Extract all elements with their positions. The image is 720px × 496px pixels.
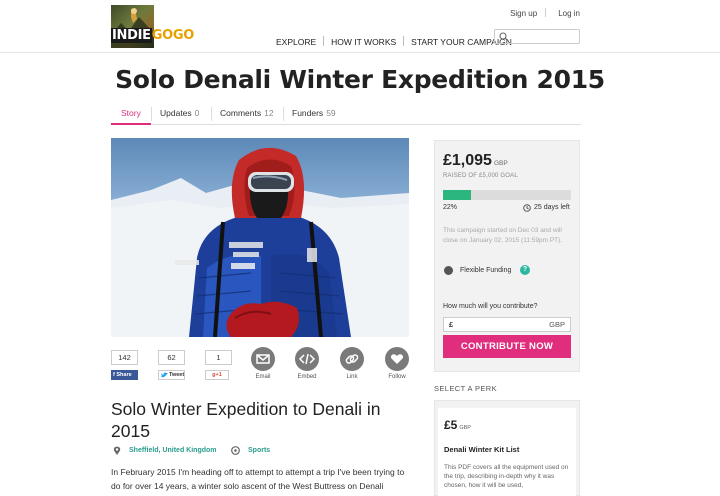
- currency-code: GBP: [549, 320, 565, 329]
- goal-text: RAISED OF £5,000 GOAL: [443, 173, 518, 179]
- facebook-share-button[interactable]: f Share: [111, 370, 138, 380]
- perk-title: Denali Winter Kit List: [444, 445, 520, 454]
- link-button[interactable]: [340, 347, 364, 371]
- facebook-count: 142: [111, 350, 138, 365]
- embed-label: Embed: [297, 374, 317, 380]
- perk-section-heading: SELECT A PERK: [434, 384, 498, 393]
- account-links: Sign up Log in: [498, 8, 580, 18]
- flexible-funding-label: Flexible Funding: [460, 267, 512, 274]
- days-left: 25 days left: [534, 204, 570, 211]
- tab-story[interactable]: Story: [111, 103, 151, 125]
- perk-price-value: £5: [444, 418, 458, 432]
- category-icon: [231, 446, 240, 455]
- currency-symbol: £: [449, 320, 454, 329]
- logo-wordmark[interactable]: INDIEGOGO: [111, 27, 194, 44]
- divider: [323, 36, 325, 46]
- progress-bar: [443, 190, 571, 200]
- search-icon: [499, 32, 509, 42]
- campaign-dates: This campaign started on Dec 03 and will…: [443, 227, 563, 244]
- amount-currency: GBP: [493, 160, 508, 167]
- heart-icon: [390, 354, 404, 364]
- embed-icon: [298, 353, 316, 365]
- twitter-count: 62: [158, 350, 185, 365]
- story-title: Solo Winter Expedition to Denali in 2015: [111, 399, 381, 441]
- tab-label: Updates: [160, 108, 192, 118]
- nav-how-it-works[interactable]: HOW IT WORKS: [331, 37, 396, 47]
- location-link[interactable]: Sheffield, United Kingdom: [129, 447, 217, 454]
- tab-label: Comments: [220, 108, 262, 118]
- clock-icon: [523, 204, 531, 212]
- campaign-tabs: Story Updates 0 Comments 12 Funders 59: [111, 103, 581, 125]
- amount-value: £1,095: [443, 152, 492, 169]
- tab-count: 0: [194, 108, 200, 118]
- divider: [403, 36, 405, 46]
- location-pin-icon: [113, 446, 121, 455]
- divider: [211, 107, 212, 121]
- logo-part2: GOGO: [151, 28, 195, 43]
- campaign-hero-image[interactable]: [111, 138, 409, 337]
- email-button[interactable]: [251, 347, 275, 371]
- email-label: Email: [255, 374, 271, 380]
- tab-label: Funders: [292, 108, 324, 118]
- follow-button[interactable]: [385, 347, 409, 371]
- tweet-button[interactable]: Tweet: [158, 370, 185, 380]
- embed-button[interactable]: [295, 347, 319, 371]
- tweet-label: Tweet: [169, 372, 185, 378]
- tab-count: 59: [326, 108, 336, 118]
- amount-raised: £1,095 GBP: [443, 152, 508, 170]
- tab-count: 12: [264, 108, 274, 118]
- divider: [151, 107, 152, 121]
- contribute-now-button[interactable]: CONTRIBUTE NOW: [443, 335, 571, 358]
- email-icon: [256, 354, 270, 364]
- signup-link[interactable]: Sign up: [510, 9, 537, 18]
- gplus-button[interactable]: g+1: [205, 370, 229, 380]
- gplus-count: 1: [205, 350, 232, 365]
- search-input[interactable]: [494, 29, 580, 44]
- divider: [283, 107, 284, 121]
- contribution-amount-field[interactable]: £ GBP: [443, 317, 571, 332]
- perk-currency: GBP: [459, 425, 471, 431]
- login-link[interactable]: Log in: [558, 9, 580, 18]
- divider: [545, 8, 547, 17]
- percent-funded: 22%: [443, 204, 458, 211]
- category-link[interactable]: Sports: [248, 447, 270, 454]
- link-label: Link: [346, 374, 358, 380]
- help-icon[interactable]: ?: [520, 265, 530, 275]
- twitter-icon: [161, 372, 168, 378]
- flexible-funding-icon: [444, 266, 453, 275]
- follow-label: Follow: [388, 374, 406, 380]
- progress-fill: [443, 190, 472, 200]
- campaign-title: Solo Denali Winter Expedition 2015: [115, 65, 605, 94]
- nav-explore[interactable]: EXPLORE: [276, 37, 316, 47]
- perk-description: This PDF covers all the equipment used o…: [444, 464, 569, 489]
- contribute-prompt: How much will you contribute?: [443, 303, 538, 310]
- tab-updates[interactable]: Updates 0: [160, 103, 199, 125]
- perk-price: £5 GBP: [444, 418, 471, 432]
- link-icon: [345, 354, 359, 364]
- tab-funders[interactable]: Funders 59: [292, 103, 336, 125]
- tab-label: Story: [121, 108, 141, 118]
- tab-comments[interactable]: Comments 12: [220, 103, 274, 125]
- logo-part1: INDIE: [111, 28, 152, 43]
- story-body: In February 2015 I'm heading off to atte…: [111, 467, 405, 496]
- main-nav: EXPLORE HOW IT WORKS START YOUR CAMPAIGN: [276, 36, 519, 47]
